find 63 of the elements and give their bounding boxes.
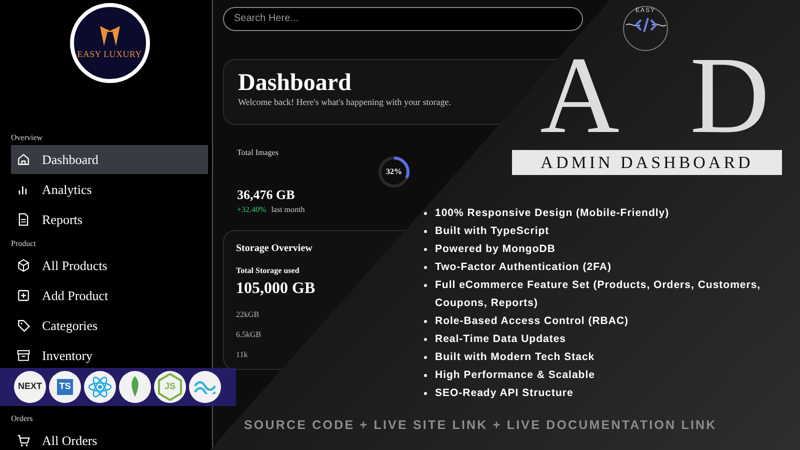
sidebar-item[interactable]: All Products <box>11 251 208 280</box>
feature-text: 100% Responsive Design (Mobile-Friendly) <box>435 206 670 221</box>
bullet-icon <box>424 248 427 251</box>
plus-square-icon <box>17 289 30 302</box>
section-label: Product <box>11 238 37 250</box>
bullet-icon <box>424 284 427 287</box>
cube-icon <box>17 259 30 272</box>
nextjs-logo: NEXT <box>14 371 46 403</box>
bullet-icon <box>424 212 427 215</box>
atom-icon <box>84 371 116 403</box>
page-title: Dashboard <box>238 70 352 96</box>
sidebar-item[interactable]: Analytics <box>11 175 208 204</box>
links-caption: SOURCE CODE + LIVE SITE LINK + LIVE DOCUMENTATION LINK <box>244 417 717 434</box>
bullet-icon <box>424 266 427 269</box>
sidebar-item[interactable]: Inventory <box>11 341 208 370</box>
ring-percent: 32% <box>385 166 403 178</box>
bullet-icon <box>424 230 427 233</box>
bullet-icon <box>424 356 427 359</box>
bullet-icon <box>424 320 427 323</box>
feature-text: High Performance & Scalable <box>435 368 595 383</box>
cart-icon <box>17 434 30 447</box>
sidebar-item[interactable]: Add Product <box>11 281 208 310</box>
sidebar-item[interactable]: Reports <box>11 205 208 234</box>
sidebar-item[interactable]: Dashboard <box>11 145 208 174</box>
storage-label: Total Storage used <box>236 265 300 277</box>
feature-text: Two-Factor Authentication (2FA) <box>435 260 612 275</box>
feature-text: Built with TypeScript <box>435 224 550 239</box>
typescript-logo: TS <box>49 371 81 403</box>
bullet-icon <box>424 374 427 377</box>
period-text: last month <box>271 204 305 216</box>
storage-title: Storage Overview <box>236 242 312 256</box>
bullet-icon <box>424 392 427 395</box>
feature-text: Powered by MongoDB <box>435 242 556 257</box>
home-icon <box>17 153 30 166</box>
welcome-text: Welcome back! Here's what's happening with your storage. <box>238 96 452 109</box>
archive-icon <box>17 349 30 362</box>
search-field[interactable]: Search Here... <box>223 6 583 30</box>
feature-text: Real-Time Data Updates <box>435 332 566 347</box>
hexagon-logo: JS <box>154 371 186 403</box>
tag-icon <box>17 319 30 332</box>
bullet-icon <box>424 338 427 341</box>
logo-text: EASY LUXURY <box>77 48 142 62</box>
axis-label: 22kGB <box>236 309 260 321</box>
feature-text: Built with Modern Tech Stack <box>435 350 595 365</box>
change-text: +32.40% <box>237 204 266 216</box>
feature-text: SEO-Ready API Structure <box>435 386 574 401</box>
wave-icon <box>189 371 221 403</box>
document-icon <box>17 213 30 226</box>
stat-label: Total Images <box>237 146 280 158</box>
section-label: Orders <box>11 413 34 425</box>
feature-text: Full eCommerce Feature Set (Products, Orders, Customers, Coupons, Reports) <box>435 278 762 311</box>
leaf-icon <box>119 371 151 403</box>
axis-label: 11k <box>236 349 248 361</box>
monogram-letter: D <box>690 40 770 150</box>
feature-text: Role-Based Access Control (RBAC) <box>435 314 629 329</box>
axis-label: 6.5kGB <box>236 329 262 341</box>
sidebar-item[interactable]: Categories <box>11 311 208 340</box>
monogram-letter: A <box>540 40 620 150</box>
stat-value: 36,476 GB <box>237 186 296 204</box>
sidebar-item[interactable]: All Orders <box>11 426 208 450</box>
storage-value: 105,000 GB <box>236 279 316 299</box>
title-banner: ADMIN DASHBOARD <box>512 150 782 175</box>
section-label: Overview <box>11 132 44 144</box>
